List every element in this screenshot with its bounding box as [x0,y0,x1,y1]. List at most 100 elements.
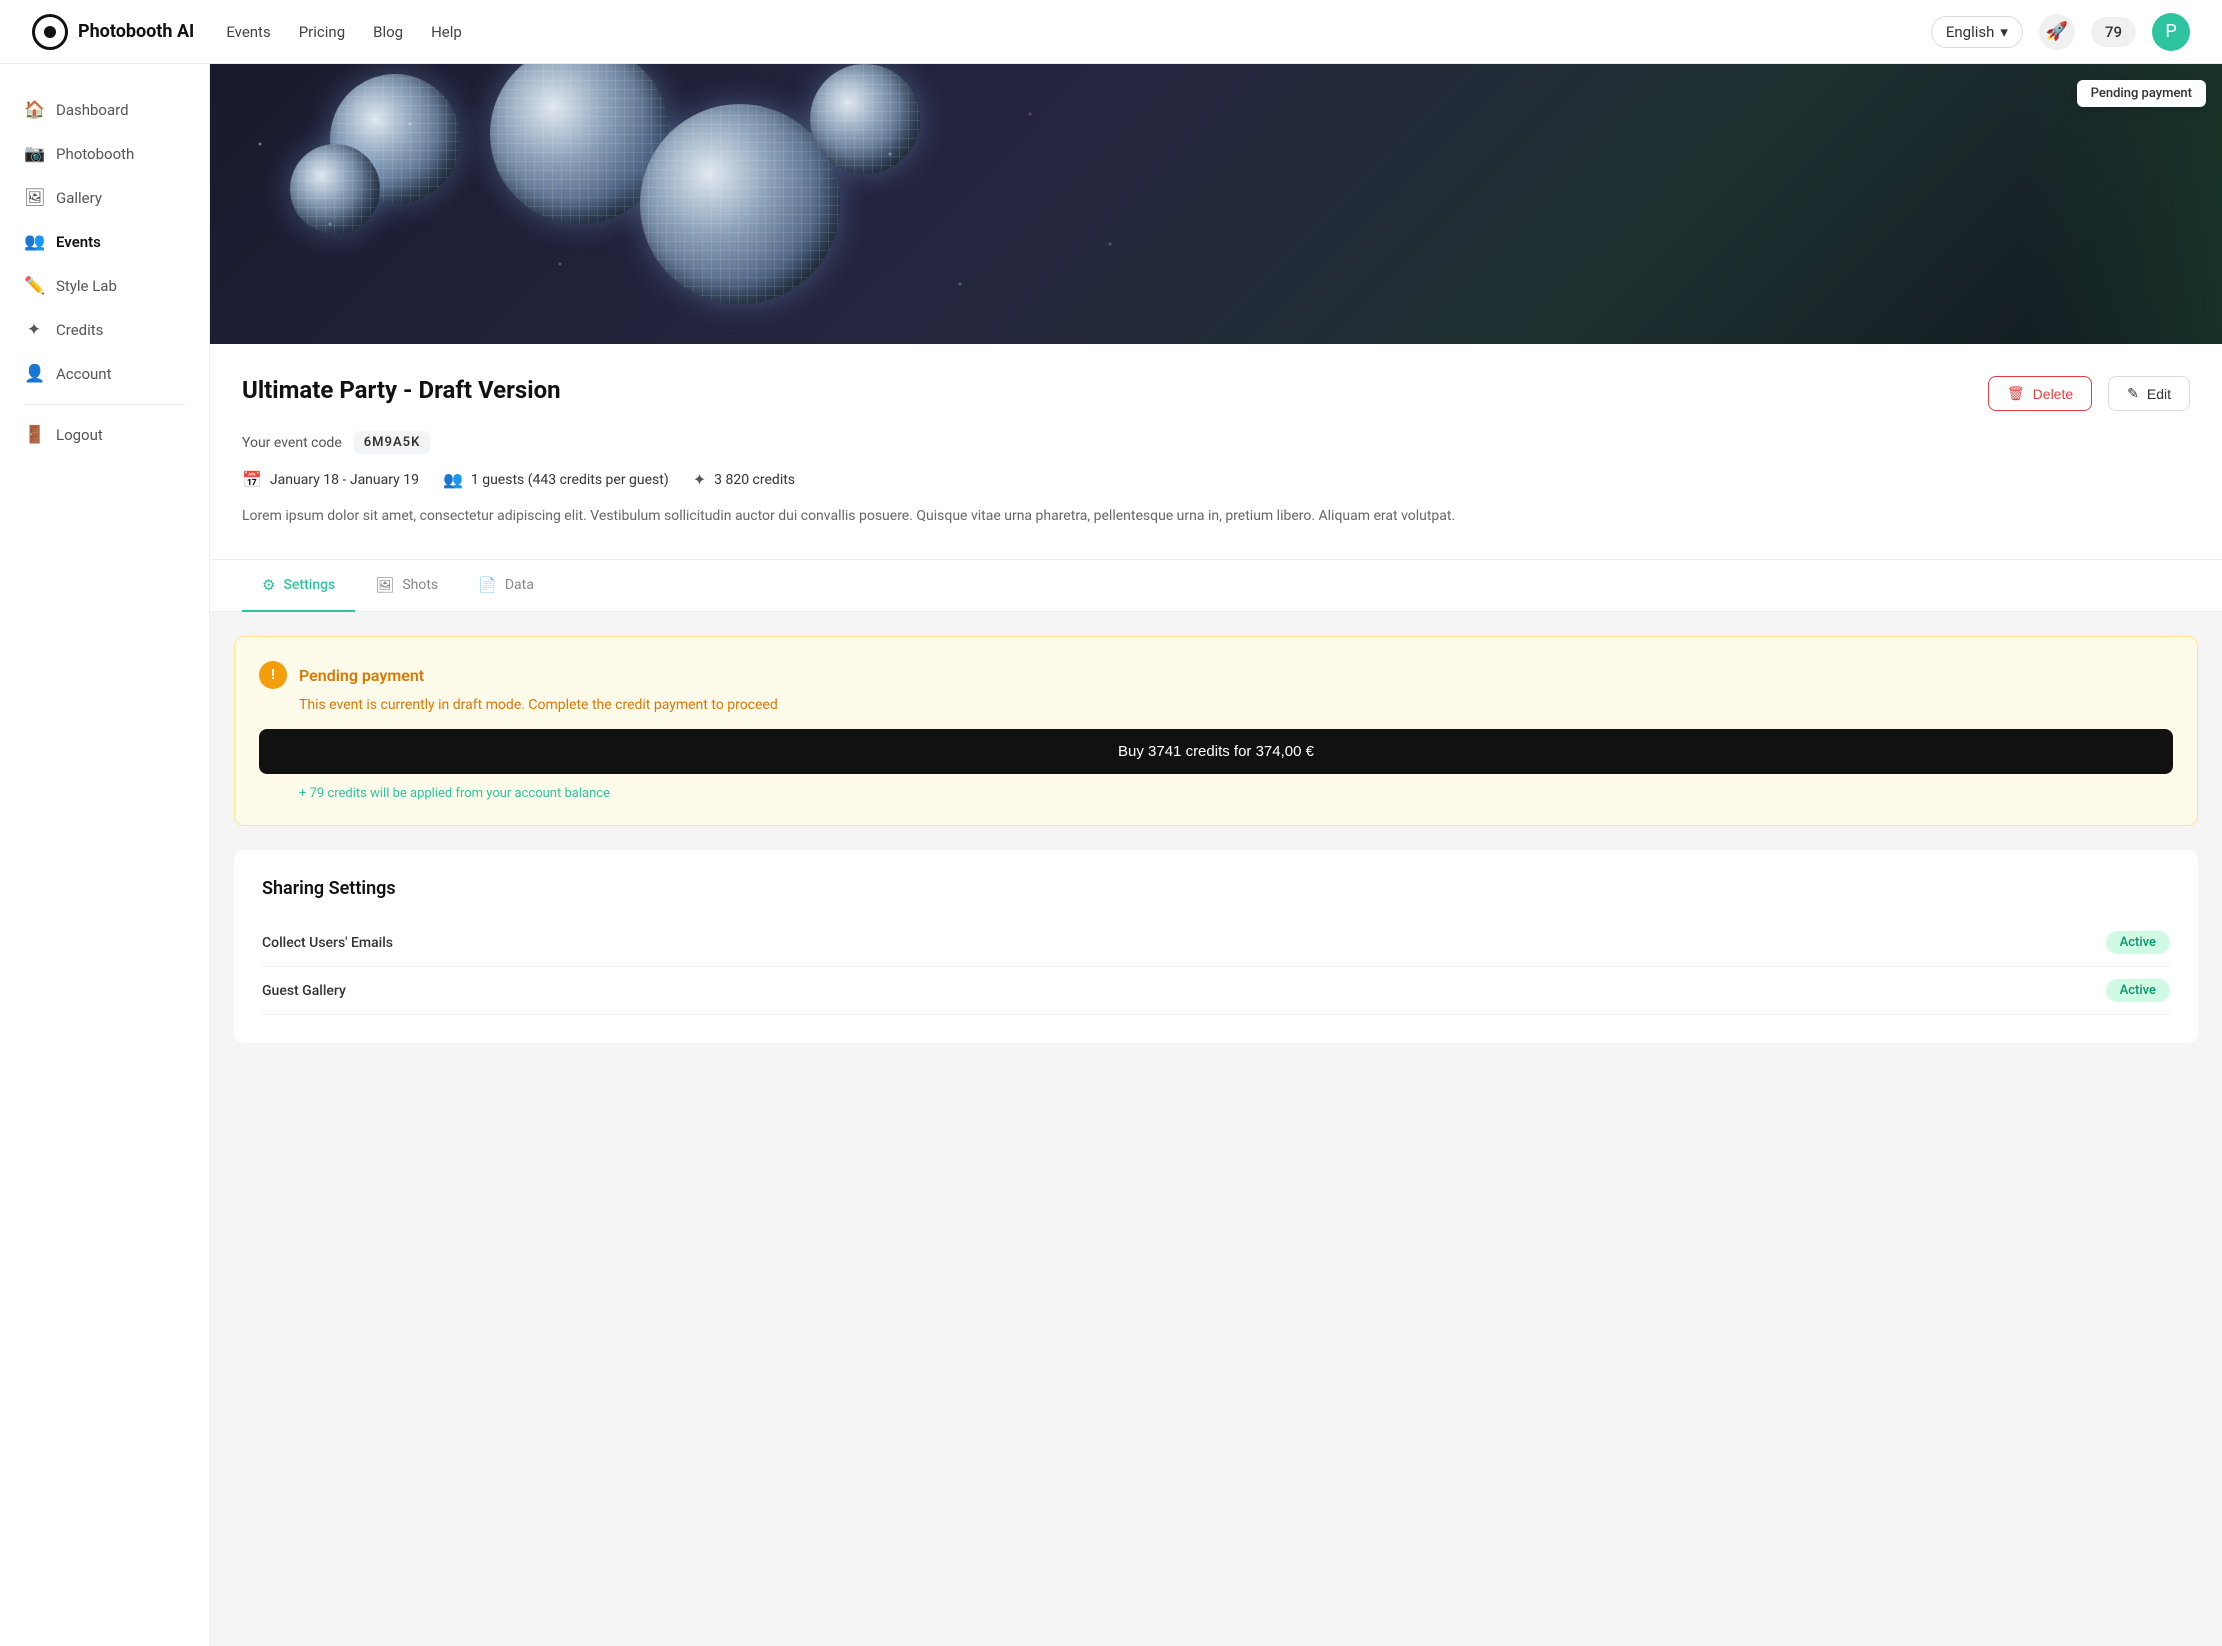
logo[interactable]: Photobooth AI [32,14,194,50]
language-label: English [1946,23,1995,41]
logo-icon [32,14,68,50]
tabs-bar: ⚙ Settings 🖼 Shots 📄 Data [210,560,2222,612]
guests-icon: 👥 [443,470,463,489]
event-code-label: Your event code [242,435,342,451]
tab-settings-label: Settings [283,577,335,593]
tab-shots[interactable]: 🖼 Shots [355,560,458,612]
pending-payment-badge: Pending payment [2077,80,2206,107]
event-meta: 📅 January 18 - January 19 👥 1 guests (44… [242,470,2190,489]
layout: 🏠 Dashboard 📷 Photobooth 🖼 Gallery 👥 Eve… [0,0,2222,1646]
sharing-row-gallery: Guest Gallery Active [262,967,2170,1015]
event-card-header: Ultimate Party - Draft Version 🗑 Delete … [242,376,2190,411]
rocket-icon: 🚀 [2046,21,2068,42]
logout-icon: 🚪 [24,425,44,445]
credits-icon: ✦ [24,320,44,340]
credits-badge: 79 [2091,17,2136,47]
tab-data-label: Data [505,577,534,593]
sidebar-item-gallery[interactable]: 🖼 Gallery [0,176,209,220]
main-nav: Events Pricing Blog Help [226,23,462,41]
sidebar-item-stylelab[interactable]: ✏️ Style Lab [0,264,209,308]
chevron-down-icon: ▾ [2000,23,2008,41]
sidebar-label-stylelab: Style Lab [56,277,117,295]
sidebar-divider [24,404,185,405]
sidebar-label-photobooth: Photobooth [56,145,134,163]
header: Photobooth AI Events Pricing Blog Help E… [0,0,2222,64]
home-icon: 🏠 [24,100,44,120]
light-dots [210,64,2222,344]
tab-shots-label: Shots [402,577,438,593]
nav-help[interactable]: Help [431,23,462,41]
sharing-title: Sharing Settings [262,878,2170,899]
sidebar-item-photobooth[interactable]: 📷 Photobooth [0,132,209,176]
event-date: January 18 - January 19 [270,472,419,488]
meta-guests: 👥 1 guests (443 credits per guest) [443,470,669,489]
sidebar-label-logout: Logout [56,426,103,444]
sidebar-label-credits: Credits [56,321,103,339]
logo-inner-circle [44,26,56,38]
event-code-row: Your event code 6M9A5K [242,431,2190,454]
event-guests: 1 guests (443 credits per guest) [471,472,669,488]
avatar-initial: P [2165,21,2176,42]
main-content: Pending payment Ultimate Party - Draft V… [210,64,2222,1646]
trash-icon: 🗑 [2007,385,2025,402]
credit-note: + 79 credits will be applied from your a… [299,786,2173,801]
event-code: 6M9A5K [354,431,431,454]
header-right: English ▾ 🚀 79 P [1931,13,2190,51]
sharing-status-emails: Active [2106,931,2170,954]
sidebar: 🏠 Dashboard 📷 Photobooth 🖼 Gallery 👥 Eve… [0,64,210,1646]
sidebar-item-events[interactable]: 👥 Events [0,220,209,264]
tab-settings[interactable]: ⚙ Settings [242,560,355,612]
sidebar-item-logout[interactable]: 🚪 Logout [0,413,209,457]
edit-icon: ✎ [2127,385,2139,402]
rocket-button[interactable]: 🚀 [2039,14,2075,50]
sidebar-label-dashboard: Dashboard [56,101,129,119]
nav-pricing[interactable]: Pricing [299,23,345,41]
edit-button[interactable]: ✎ Edit [2108,376,2190,411]
event-hero: Pending payment [210,64,2222,344]
delete-label: Delete [2033,386,2073,402]
sidebar-label-gallery: Gallery [56,189,102,207]
event-credits: 3 820 credits [714,472,795,488]
stylelab-icon: ✏️ [24,276,44,296]
sidebar-item-account[interactable]: 👤 Account [0,352,209,396]
language-selector[interactable]: English ▾ [1931,16,2023,48]
sidebar-item-credits[interactable]: ✦ Credits [0,308,209,352]
pending-header: ! Pending payment [259,661,2173,689]
sharing-label-emails: Collect Users' Emails [262,935,393,951]
sidebar-item-dashboard[interactable]: 🏠 Dashboard [0,88,209,132]
sparkles-icon: ✦ [693,470,706,489]
camera-icon: 📷 [24,144,44,164]
meta-credits: ✦ 3 820 credits [693,470,795,489]
pending-payment-box: ! Pending payment This event is currentl… [234,636,2198,826]
disco-container [210,64,2222,344]
sharing-status-gallery: Active [2106,979,2170,1002]
sharing-label-gallery: Guest Gallery [262,983,346,999]
meta-date: 📅 January 18 - January 19 [242,470,419,489]
event-title: Ultimate Party - Draft Version [242,376,561,404]
edit-label: Edit [2147,386,2171,402]
shots-tab-icon: 🖼 [375,576,394,594]
sidebar-label-events: Events [56,233,101,251]
buy-credits-button[interactable]: Buy 3741 credits for 374,00 € [259,729,2173,774]
avatar[interactable]: P [2152,13,2190,51]
settings-tab-icon: ⚙ [262,576,275,594]
sharing-row-emails: Collect Users' Emails Active [262,919,2170,967]
calendar-icon: 📅 [242,470,262,489]
delete-button[interactable]: 🗑 Delete [1988,376,2092,411]
sidebar-label-account: Account [56,365,112,383]
data-tab-icon: 📄 [478,576,497,594]
events-icon: 👥 [24,232,44,252]
warning-icon: ! [259,661,287,689]
pending-title: Pending payment [299,666,424,685]
gallery-icon: 🖼 [24,188,44,208]
sharing-card: Sharing Settings Collect Users' Emails A… [234,850,2198,1043]
header-left: Photobooth AI Events Pricing Blog Help [32,14,462,50]
account-icon: 👤 [24,364,44,384]
pending-description: This event is currently in draft mode. C… [299,697,2173,713]
tab-data[interactable]: 📄 Data [458,560,554,612]
nav-blog[interactable]: Blog [373,23,403,41]
event-card: Ultimate Party - Draft Version 🗑 Delete … [210,344,2222,560]
content-area: ! Pending payment This event is currentl… [210,612,2222,1067]
event-actions: 🗑 Delete ✎ Edit [1988,376,2190,411]
nav-events[interactable]: Events [226,23,270,41]
